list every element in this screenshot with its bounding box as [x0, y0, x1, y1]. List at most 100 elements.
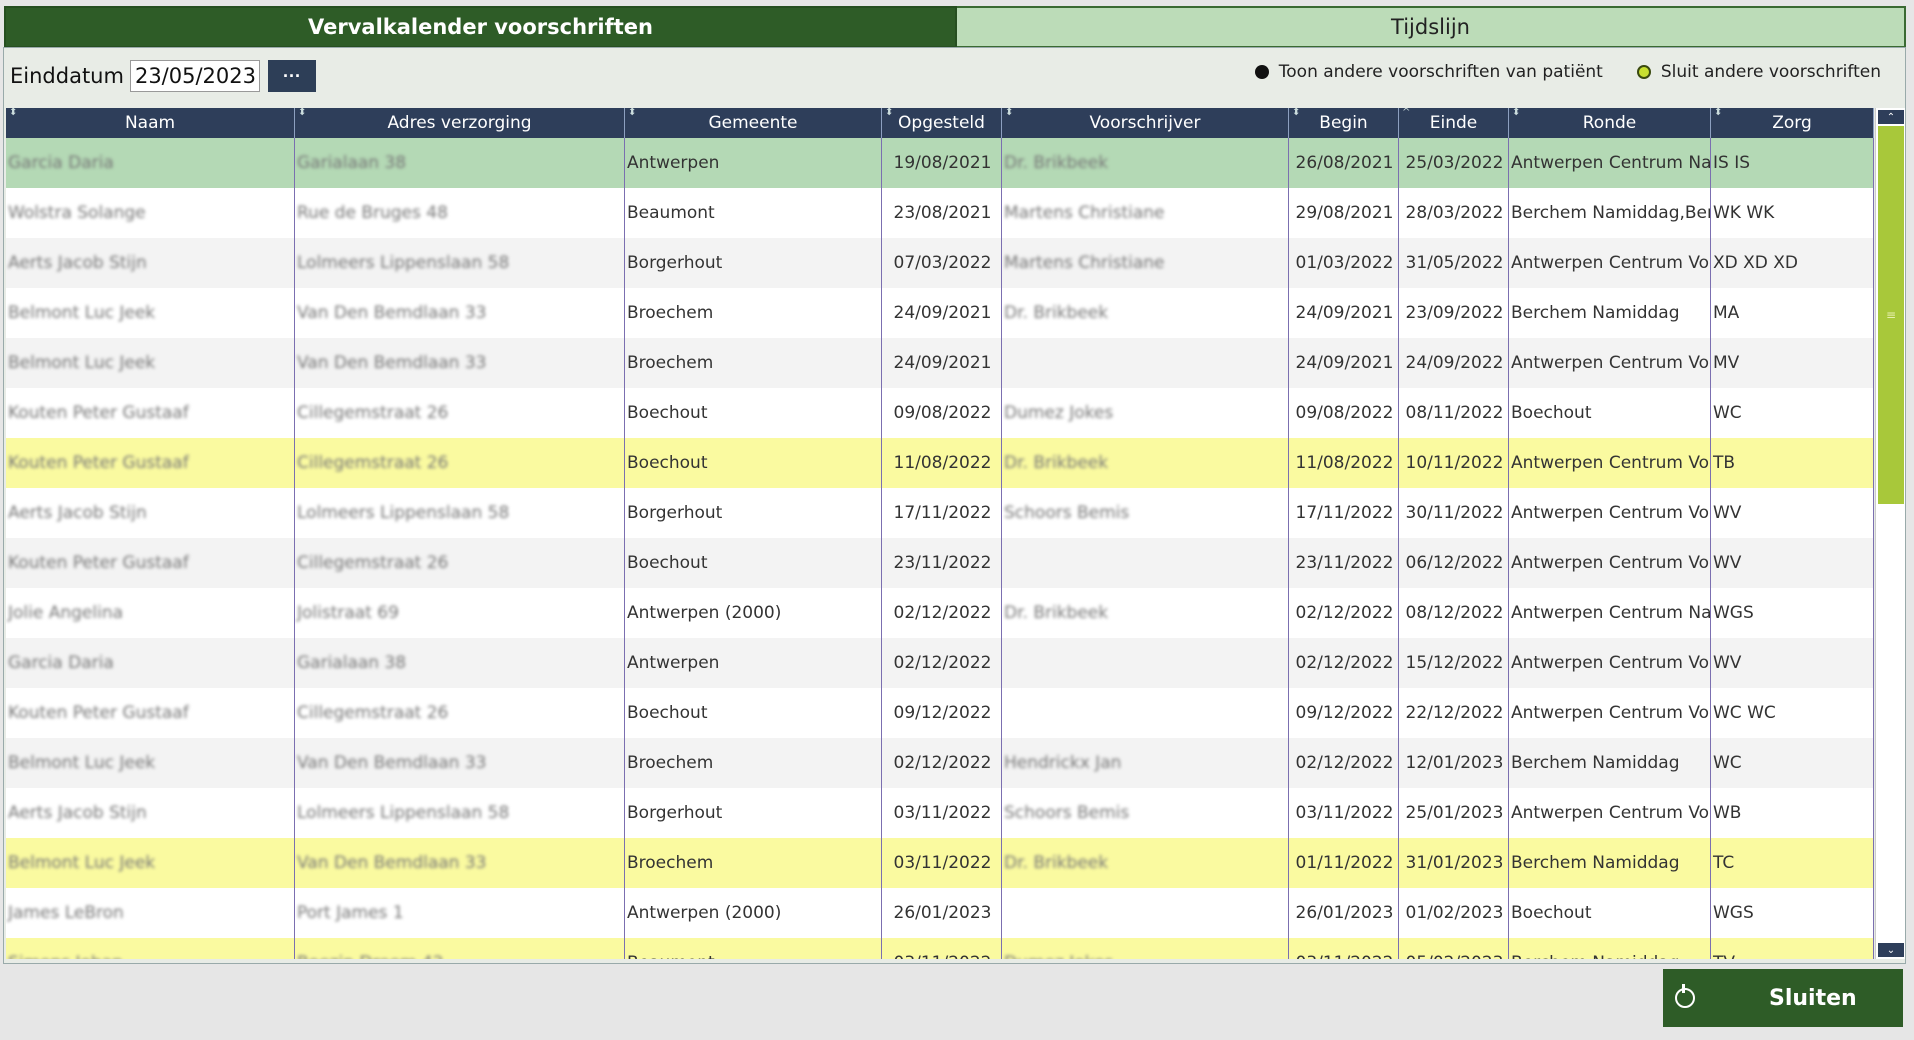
end-date-input[interactable]: [129, 60, 260, 92]
cell-zorg: WB: [1711, 788, 1874, 838]
cell-zorg: WV: [1711, 638, 1874, 688]
cell-einde: 12/01/2023: [1399, 738, 1509, 788]
cell-naam: Kouten Peter Gustaaf: [6, 688, 295, 738]
table-row[interactable]: Belmont Luc Jeek Van Den Bemdlaan 33 Broec…: [6, 738, 1874, 788]
cell-zorg: WC: [1711, 388, 1874, 438]
cell-opgesteld: 11/08/2022: [882, 438, 1002, 488]
column-header-zorg[interactable]: ⬍ Zorg: [1711, 108, 1874, 138]
cell-zorg: XD XD XD: [1711, 238, 1874, 288]
cell-begin: 29/08/2021: [1289, 188, 1399, 238]
cell-einde: 05/02/2023: [1399, 938, 1509, 959]
vertical-scrollbar[interactable]: ⌃ ≡ ⌄: [1875, 108, 1905, 959]
cell-zorg: TV: [1711, 938, 1874, 959]
show-other-option[interactable]: Toon andere voorschriften van patiënt: [1254, 62, 1603, 82]
sort-icon: ⬍: [628, 108, 637, 118]
table-row[interactable]: Aerts Jacob Stijn Lolmeers Lippenslaan 58…: [6, 488, 1874, 538]
cell-adres: Cillegemstraat 26: [295, 388, 625, 438]
cell-opgesteld: 03/11/2022: [882, 788, 1002, 838]
cell-voorschrijver: Schoors Bemis: [1002, 488, 1289, 538]
cell-ronde: Antwerpen Centrum Voormiddag: [1509, 688, 1711, 738]
cell-naam: Aerts Jacob Stijn: [6, 238, 295, 288]
cell-opgesteld: 24/09/2021: [882, 288, 1002, 338]
cell-ronde: Antwerpen Centrum Voormiddag: [1509, 638, 1711, 688]
radio-unselected-icon: [1254, 65, 1269, 79]
table-row[interactable]: Kouten Peter Gustaaf Cillegemstraat 26 Boe…: [6, 688, 1874, 738]
cell-gemeente: Boechout: [625, 438, 882, 488]
cell-ronde: Antwerpen Centrum Voormiddag: [1509, 788, 1711, 838]
cell-voorschrijver: Dr. Brikbeek: [1002, 588, 1289, 638]
cell-zorg: WV: [1711, 538, 1874, 588]
cell-naam: Simons Johan: [6, 938, 295, 959]
column-header-adres[interactable]: ⬍ Adres verzorging: [295, 108, 625, 138]
table-row[interactable]: Aerts Jacob Stijn Lolmeers Lippenslaan 58…: [6, 238, 1874, 288]
table-row[interactable]: Aerts Jacob Stijn Lolmeers Lippenslaan 58…: [6, 788, 1874, 838]
cell-zorg: WC: [1711, 738, 1874, 788]
table-row[interactable]: James LeBron Port James 1 Antwerpen (2000)…: [6, 888, 1874, 938]
cell-zorg: IS IS: [1711, 138, 1874, 188]
column-header-ronde[interactable]: ⬍ Ronde: [1509, 108, 1711, 138]
cell-naam: James LeBron: [6, 888, 295, 938]
cell-einde: 15/12/2022: [1399, 638, 1509, 688]
column-header-gemeente[interactable]: ⬍ Gemeente: [625, 108, 882, 138]
column-header-opgesteld[interactable]: ⬍ Opgesteld: [882, 108, 1002, 138]
cell-begin: 23/11/2022: [1289, 538, 1399, 588]
sort-icon: ⬍: [1512, 108, 1521, 118]
cell-opgesteld: 02/12/2022: [882, 588, 1002, 638]
scroll-thumb[interactable]: ≡: [1878, 126, 1904, 504]
cell-gemeente: Antwerpen: [625, 138, 882, 188]
cell-gemeente: Antwerpen: [625, 638, 882, 688]
tab-tijdslijn[interactable]: Tijdslijn: [957, 6, 1906, 48]
cell-ronde: Boechout: [1509, 888, 1711, 938]
cell-begin: 02/12/2022: [1289, 638, 1399, 688]
table-row[interactable]: Wolstra Solange Rue de Bruges 48 Beaumont 2…: [6, 188, 1874, 238]
scroll-up-icon[interactable]: ⌃: [1878, 110, 1904, 124]
cell-ronde: Berchem Namiddag: [1509, 838, 1711, 888]
more-button[interactable]: ···: [267, 60, 316, 92]
table-row[interactable]: Belmont Luc Jeek Van Den Bemdlaan 33 Broec…: [6, 838, 1874, 888]
cell-voorschrijver: Dr. Brikbeek: [1002, 288, 1289, 338]
cell-begin: 24/09/2021: [1289, 288, 1399, 338]
table-row[interactable]: Jolie Angelina Jolistraat 69 Antwerpen (20…: [6, 588, 1874, 638]
cell-naam: Aerts Jacob Stijn: [6, 788, 295, 838]
cell-opgesteld: 23/08/2021: [882, 188, 1002, 238]
cell-voorschrijver: Dr. Brikbeek: [1002, 838, 1289, 888]
scroll-down-icon[interactable]: ⌄: [1878, 943, 1904, 957]
table-row[interactable]: Kouten Peter Gustaaf Cillegemstraat 26 Boe…: [6, 538, 1874, 588]
column-header-begin[interactable]: ⬍ Begin: [1289, 108, 1399, 138]
sort-icon: ⬍: [1714, 108, 1723, 118]
cell-ronde: Boechout: [1509, 388, 1711, 438]
table-row[interactable]: Kouten Peter Gustaaf Cillegemstraat 26 Boe…: [6, 438, 1874, 488]
cell-voorschrijver: Schoors Bemis: [1002, 788, 1289, 838]
cell-voorschrijver: Dumez Jokes: [1002, 388, 1289, 438]
cell-begin: 03/11/2022: [1289, 938, 1399, 959]
sort-icon: ⬍: [298, 108, 307, 118]
cell-einde: 31/01/2023: [1399, 838, 1509, 888]
column-header-voorschrijver[interactable]: ⬍ Voorschrijver: [1002, 108, 1289, 138]
cell-begin: 01/03/2022: [1289, 238, 1399, 288]
cell-voorschrijver: [1002, 638, 1289, 688]
cell-adres: Van Den Bemdlaan 33: [295, 288, 625, 338]
column-header-einde[interactable]: ^ Einde: [1399, 108, 1509, 138]
cell-adres: Lolmeers Lippenslaan 58: [295, 788, 625, 838]
table-row[interactable]: Belmont Luc Jeek Van Den Bemdlaan 33 Broec…: [6, 288, 1874, 338]
cell-begin: 11/08/2022: [1289, 438, 1399, 488]
table-row[interactable]: Garcia Daria Garialaan 38 Antwerpen 02/12/2…: [6, 638, 1874, 688]
table-row[interactable]: Kouten Peter Gustaaf Cillegemstraat 26 Boe…: [6, 388, 1874, 438]
cell-zorg: WGS: [1711, 888, 1874, 938]
cell-adres: Lolmeers Lippenslaan 58: [295, 238, 625, 288]
filter-options: Toon andere voorschriften van patiënt Sl…: [1221, 62, 1881, 82]
cell-naam: Wolstra Solange: [6, 188, 295, 238]
cell-einde: 28/03/2022: [1399, 188, 1509, 238]
prescriptions-table: ⬍ Naam ⬍ Adres verzorging ⬍ Gemeente ⬍ Opges…: [6, 108, 1874, 959]
cell-ronde: Berchem Namiddag,Berchem: [1509, 188, 1711, 238]
table-row[interactable]: Simons JohanBoezin Dreem 42Beaumont03/11…: [6, 938, 1874, 959]
cell-opgesteld: 02/12/2022: [882, 738, 1002, 788]
table-row[interactable]: Garcia Daria Garialaan 38 Antwerpen 19/08/2…: [6, 138, 1874, 188]
table-row[interactable]: Belmont Luc Jeek Van Den Bemdlaan 33 Broec…: [6, 338, 1874, 388]
column-header-naam[interactable]: ⬍ Naam: [6, 108, 295, 138]
close-other-option[interactable]: Sluit andere voorschriften: [1636, 62, 1881, 82]
close-button[interactable]: Sluiten: [1663, 969, 1903, 1027]
cell-ronde: Antwerpen Centrum Voormiddag: [1509, 238, 1711, 288]
tab-vervalkalender[interactable]: Vervalkalender voorschriften: [4, 6, 957, 48]
table-header: ⬍ Naam ⬍ Adres verzorging ⬍ Gemeente ⬍ Opges…: [6, 108, 1874, 138]
